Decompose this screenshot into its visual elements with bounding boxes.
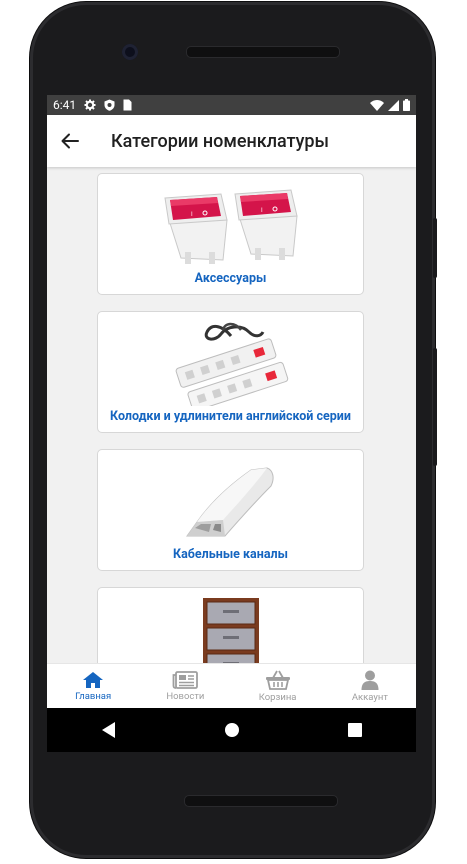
category-card-accessories[interactable]: I I Аксессуары [97, 173, 364, 295]
category-label: Кабельные каналы [173, 547, 288, 562]
nav-home[interactable]: Главная [47, 664, 139, 708]
battery-icon [403, 99, 410, 111]
page-title: Категории номенклатуры [111, 130, 330, 152]
triangle-back-icon [101, 722, 115, 738]
power-button [433, 218, 437, 278]
screen: 6:41 Категории номенклатуры I I Аксессуа… [47, 95, 416, 708]
shield-icon [104, 99, 115, 111]
newspaper-icon [172, 671, 199, 689]
nav-cart-label: Корзина [258, 692, 297, 703]
category-label: Аксессуары [194, 271, 267, 286]
user-icon [361, 670, 379, 690]
front-camera [122, 44, 138, 60]
home-icon [83, 672, 104, 688]
bottom-speaker [184, 795, 338, 807]
basket-icon [265, 670, 290, 690]
category-card-power-strips[interactable]: Колодки и удлинители английской серии [97, 311, 364, 433]
signal-icon [388, 99, 399, 111]
category-list: I I Аксессуары Колодки и удлинители англ… [47, 167, 416, 663]
nav-news-label: Новости [166, 691, 205, 702]
category-image: I I [98, 182, 363, 270]
category-image [98, 596, 363, 663]
category-image [98, 458, 363, 546]
volume-button [433, 348, 437, 466]
nav-news[interactable]: Новости [139, 664, 231, 708]
category-card-cable-channels[interactable]: Кабельные каналы [97, 449, 364, 571]
system-recents-button[interactable] [335, 710, 375, 750]
category-image [98, 320, 363, 408]
sim-card-icon [123, 99, 132, 111]
square-recents-icon [347, 723, 362, 737]
circle-home-icon [224, 723, 239, 737]
category-card-cabinet[interactable] [97, 587, 364, 663]
back-button[interactable] [61, 130, 83, 152]
system-back-button[interactable] [89, 710, 129, 750]
wifi-icon [370, 99, 384, 111]
system-home-button[interactable] [212, 710, 252, 750]
nav-account[interactable]: Аккаунт [324, 664, 416, 708]
app-bar: Категории номенклатуры [47, 115, 416, 167]
earpiece-speaker [186, 46, 340, 58]
bottom-navigation: Главная Новости Корзина Аккаунт [47, 663, 416, 708]
nav-account-label: Аккаунт [351, 692, 388, 703]
category-label: Колодки и удлинители английской серии [110, 409, 351, 424]
status-bar: 6:41 [47, 95, 416, 115]
system-navigation-bar [47, 708, 416, 752]
nav-cart[interactable]: Корзина [232, 664, 324, 708]
nav-home-label: Главная [75, 691, 112, 702]
settings-icon [84, 99, 96, 111]
status-time: 6:41 [53, 98, 77, 112]
arrow-left-icon [61, 133, 79, 149]
